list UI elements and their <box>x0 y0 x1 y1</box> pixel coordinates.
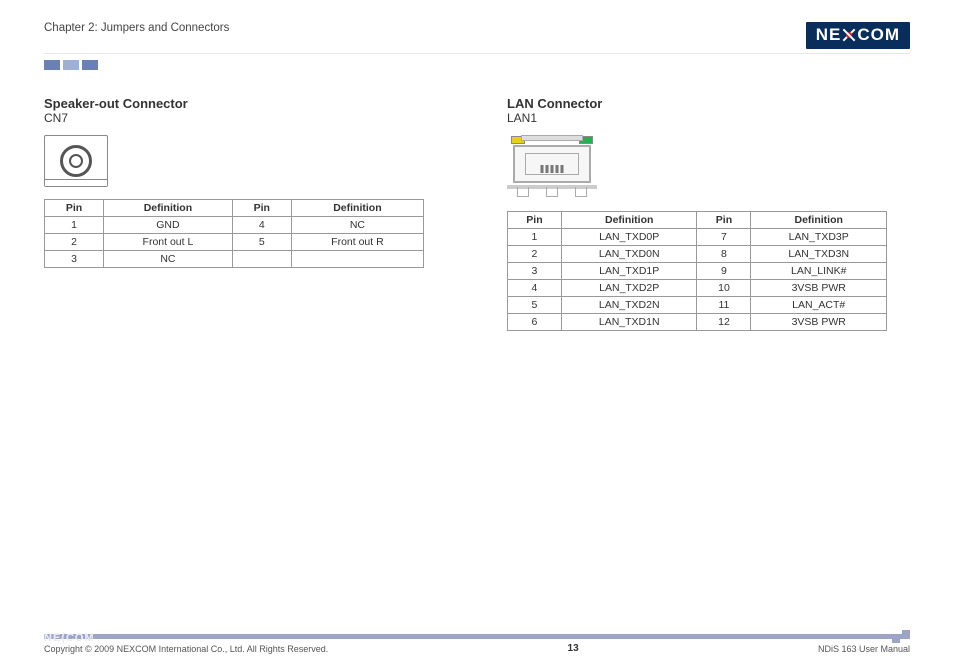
table-cell: 2 <box>45 234 104 251</box>
table-cell: 7 <box>697 229 751 246</box>
speaker-tbody: 1GND4NC2Front out L5Front out R3NC <box>45 217 424 268</box>
table-cell: 2 <box>508 246 562 263</box>
table-cell: 5 <box>508 297 562 314</box>
rj45-connector-icon <box>507 135 597 197</box>
table-cell: LAN_TXD0N <box>561 246 697 263</box>
table-cell: LAN_TXD2N <box>561 297 697 314</box>
table-cell: 4 <box>508 280 562 297</box>
brand-logo: NE COM <box>806 22 910 49</box>
table-cell: 12 <box>697 314 751 331</box>
footer-copyright: Copyright © 2009 NEXCOM International Co… <box>44 644 328 654</box>
table-cell <box>291 251 423 268</box>
table-row: 3LAN_TXD1P9LAN_LINK# <box>508 263 887 280</box>
speaker-jack-icon <box>44 135 108 187</box>
table-cell: LAN_TXD2P <box>561 280 697 297</box>
th-pin: Pin <box>232 200 291 217</box>
th-def: Definition <box>291 200 423 217</box>
table-row: 2LAN_TXD0N8LAN_TXD3N <box>508 246 887 263</box>
speaker-pin-table: Pin Definition Pin Definition 1GND4NC2Fr… <box>44 199 424 268</box>
table-cell: Front out L <box>104 234 233 251</box>
table-cell: 9 <box>697 263 751 280</box>
page-number: 13 <box>568 643 579 654</box>
table-row: 3NC <box>45 251 424 268</box>
table-cell: LAN_TXD1N <box>561 314 697 331</box>
table-cell: 3VSB PWR <box>751 280 887 297</box>
th-def: Definition <box>561 212 697 229</box>
table-cell: 5 <box>232 234 291 251</box>
table-cell: 1 <box>508 229 562 246</box>
table-cell: LAN_LINK# <box>751 263 887 280</box>
table-cell: 3VSB PWR <box>751 314 887 331</box>
speaker-sub: CN7 <box>44 111 447 125</box>
footer-doc-title: NDiS 163 User Manual <box>818 644 910 654</box>
table-cell: 10 <box>697 280 751 297</box>
table-cell: LAN_TXD3P <box>751 229 887 246</box>
lan-section: LAN Connector LAN1 Pin Definition Pin D <box>507 96 910 331</box>
page-header: Chapter 2: Jumpers and Connectors NE COM <box>44 22 910 54</box>
table-cell: 4 <box>232 217 291 234</box>
table-cell: 3 <box>45 251 104 268</box>
th-pin: Pin <box>697 212 751 229</box>
footer-logo: NE(COM <box>44 632 95 644</box>
table-cell: LAN_TXD0P <box>561 229 697 246</box>
logo-text-left: NE <box>816 25 842 45</box>
footer-end-blocks <box>892 630 910 643</box>
table-cell: GND <box>104 217 233 234</box>
table-cell: 11 <box>697 297 751 314</box>
th-def: Definition <box>751 212 887 229</box>
table-row: 5LAN_TXD2N11LAN_ACT# <box>508 297 887 314</box>
page-footer: NE(COM Copyright © 2009 NEXCOM Internati… <box>44 634 910 654</box>
header-accent-blocks <box>44 60 910 70</box>
th-def: Definition <box>104 200 233 217</box>
table-row: 1LAN_TXD0P7LAN_TXD3P <box>508 229 887 246</box>
table-row: 2Front out L5Front out R <box>45 234 424 251</box>
table-cell: 3 <box>508 263 562 280</box>
lan-pin-table: Pin Definition Pin Definition 1LAN_TXD0P… <box>507 211 887 331</box>
table-cell: Front out R <box>291 234 423 251</box>
table-cell <box>232 251 291 268</box>
chapter-title: Chapter 2: Jumpers and Connectors <box>44 22 229 34</box>
speaker-title: Speaker-out Connector <box>44 96 447 111</box>
table-cell: LAN_ACT# <box>751 297 887 314</box>
th-pin: Pin <box>508 212 562 229</box>
table-cell: LAN_TXD3N <box>751 246 887 263</box>
table-cell: 1 <box>45 217 104 234</box>
table-cell: LAN_TXD1P <box>561 263 697 280</box>
table-cell: NC <box>104 251 233 268</box>
lan-tbody: 1LAN_TXD0P7LAN_TXD3P2LAN_TXD0N8LAN_TXD3N… <box>508 229 887 331</box>
speaker-section: Speaker-out Connector CN7 Pin Definition… <box>44 96 447 331</box>
th-pin: Pin <box>45 200 104 217</box>
table-cell: 8 <box>697 246 751 263</box>
table-row: 6LAN_TXD1N123VSB PWR <box>508 314 887 331</box>
logo-text-right: COM <box>857 25 900 45</box>
table-row: 4LAN_TXD2P103VSB PWR <box>508 280 887 297</box>
lan-title: LAN Connector <box>507 96 910 111</box>
table-row: 1GND4NC <box>45 217 424 234</box>
logo-x-icon <box>842 28 856 42</box>
table-cell: NC <box>291 217 423 234</box>
lan-sub: LAN1 <box>507 111 910 125</box>
table-cell: 6 <box>508 314 562 331</box>
